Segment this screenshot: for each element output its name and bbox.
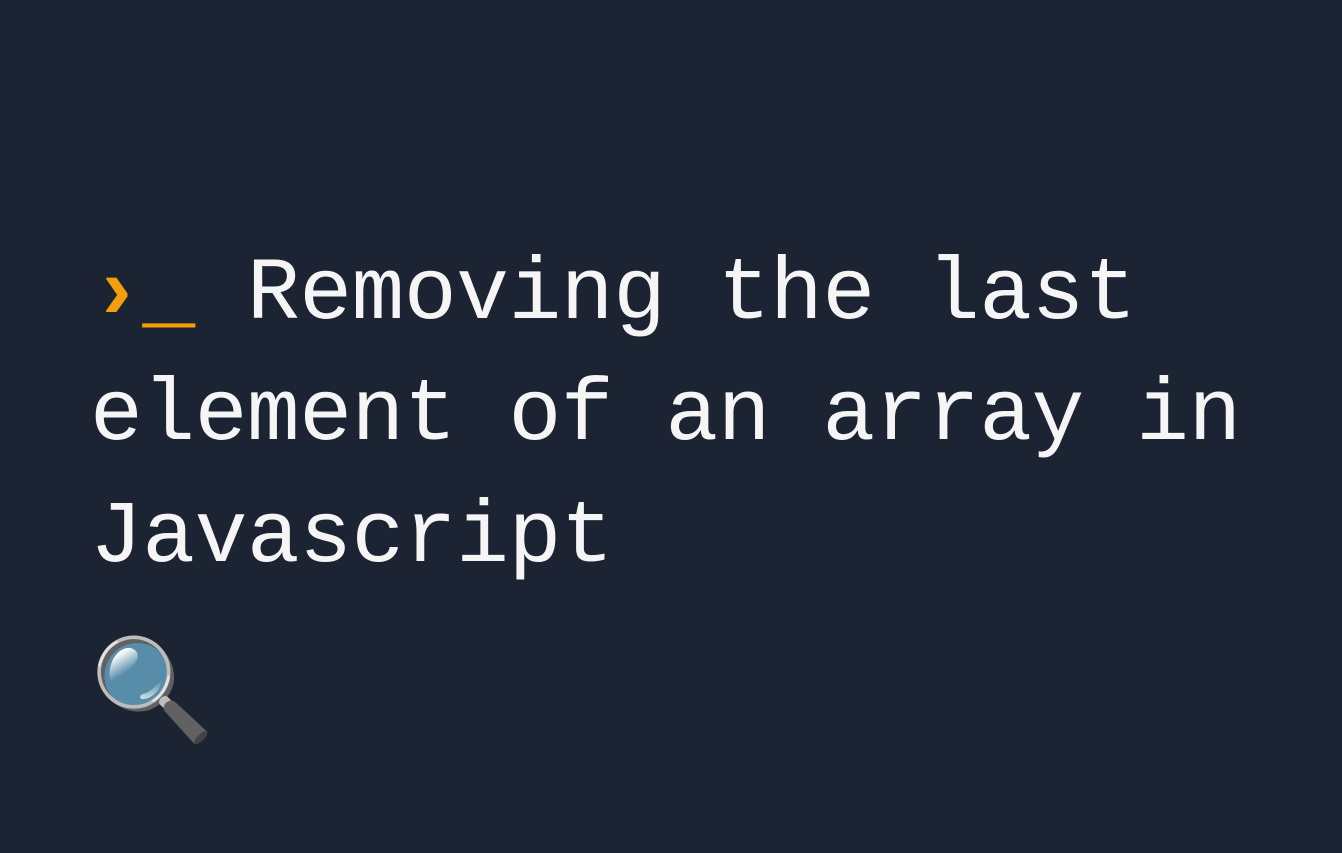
magnifier-icon: 🔍	[90, 649, 1252, 749]
angle-bracket-icon: ›	[90, 246, 142, 345]
page-title: ›_ Removing the last element of an array…	[90, 235, 1252, 599]
title-text: Removing the last element of an array in…	[90, 246, 1241, 588]
prompt-prefix-icon: ›_	[90, 246, 195, 345]
underscore-icon: _	[142, 246, 194, 345]
content-container: ›_ Removing the last element of an array…	[0, 0, 1342, 749]
